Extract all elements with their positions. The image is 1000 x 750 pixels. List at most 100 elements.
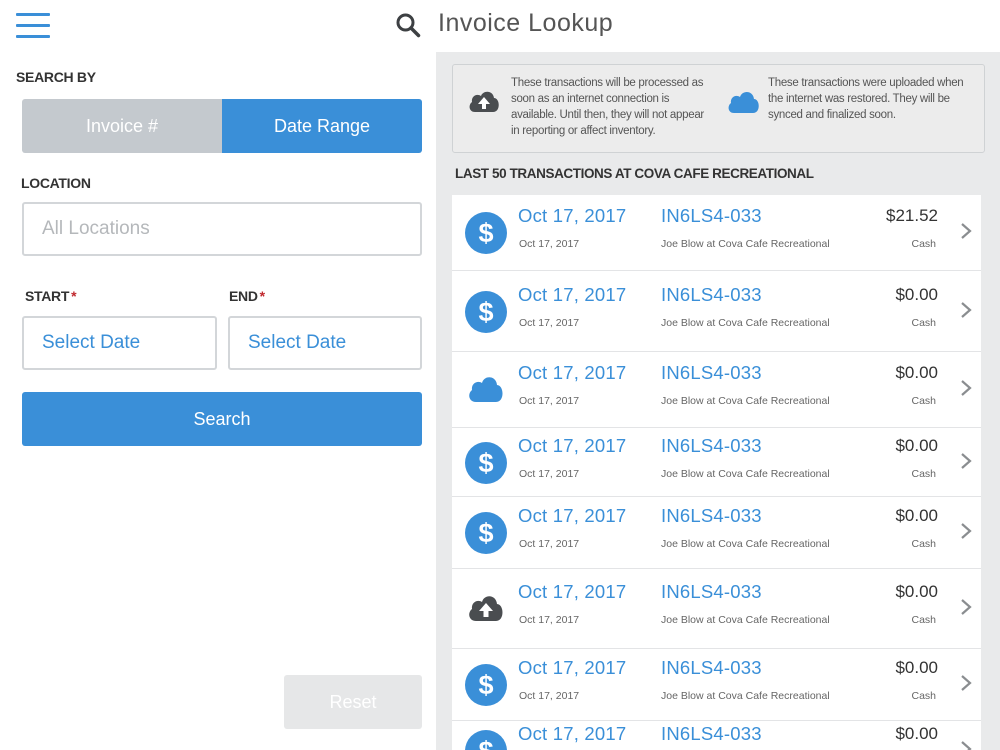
end-date-field[interactable] xyxy=(228,316,422,370)
invoice-number: IN6LS4-033 xyxy=(661,434,762,456)
payment-method: Cash xyxy=(911,238,936,250)
dollar-icon: $ xyxy=(464,441,508,485)
svg-text:$: $ xyxy=(478,448,493,478)
transaction-date: Oct 17, 2017 xyxy=(518,362,627,383)
transaction-date: Oct 17, 2017 xyxy=(518,723,627,744)
svg-text:$: $ xyxy=(478,518,493,548)
transaction-amount: $0.00 xyxy=(895,506,938,525)
cloud-icon xyxy=(728,91,759,113)
payment-method: Cash xyxy=(911,316,936,329)
offline-info-banner: These transactions will be processed as … xyxy=(452,64,985,153)
chevron-right-icon[interactable] xyxy=(959,521,973,541)
app-header: Invoice Lookup xyxy=(0,0,1000,52)
transaction-amount: $0.00 xyxy=(895,724,938,743)
transaction-description: Joe Blow at Cova Cafe Recreational xyxy=(661,316,830,329)
transaction-date: Oct 17, 2017 xyxy=(518,581,627,602)
svg-text:$: $ xyxy=(478,297,493,327)
chevron-right-icon[interactable] xyxy=(959,300,973,320)
invoice-number: IN6LS4-033 xyxy=(661,505,762,526)
invoice-number: IN6LS4-033 xyxy=(661,657,762,678)
transaction-description: Joe Blow at Cova Cafe Recreational xyxy=(661,238,830,250)
transaction-amount: $21.52 xyxy=(886,206,938,225)
dollar-icon: $ xyxy=(464,290,508,334)
transaction-date-small: Oct 17, 2017 xyxy=(519,467,580,480)
payment-method: Cash xyxy=(911,467,936,480)
transaction-amount: $0.00 xyxy=(895,582,938,601)
end-date-input[interactable] xyxy=(230,318,420,368)
transaction-date: Oct 17, 2017 xyxy=(518,205,627,226)
search-panel: SEARCH BY Invoice # Date Range LOCATION … xyxy=(0,52,436,750)
transaction-row[interactable]: Oct 17, 2017 Oct 17, 2017 IN6LS4-033 Joe… xyxy=(452,569,981,649)
start-date-input[interactable] xyxy=(24,318,215,368)
cloud-icon xyxy=(464,368,508,412)
chevron-right-icon[interactable] xyxy=(959,451,973,471)
svg-text:$: $ xyxy=(478,218,493,248)
dollar-icon: $ xyxy=(464,663,508,707)
dollar-icon: $ xyxy=(464,511,508,555)
transaction-row[interactable]: Oct 17, 2017 Oct 17, 2017 IN6LS4-033 Joe… xyxy=(452,352,981,428)
transaction-row[interactable]: $ Oct 17, 2017 Oct 17, 2017 IN6LS4-033 J… xyxy=(452,271,981,352)
transaction-date-small: Oct 17, 2017 xyxy=(519,538,580,550)
invoice-number: IN6LS4-033 xyxy=(661,581,762,602)
svg-text:$: $ xyxy=(478,670,493,700)
transaction-date: Oct 17, 2017 xyxy=(518,434,627,456)
uploaded-info-text: These transactions were uploaded when th… xyxy=(768,77,964,121)
transaction-date-small: Oct 17, 2017 xyxy=(519,238,580,250)
chevron-right-icon[interactable] xyxy=(959,378,973,398)
cloud-upload-icon xyxy=(469,91,499,112)
transaction-date: Oct 17, 2017 xyxy=(518,283,627,305)
location-input[interactable] xyxy=(24,204,420,254)
transaction-description: Joe Blow at Cova Cafe Recreational xyxy=(661,467,830,480)
transaction-description: Joe Blow at Cova Cafe Recreational xyxy=(661,395,830,407)
payment-method: Cash xyxy=(911,690,936,702)
search-by-label: SEARCH BY xyxy=(16,69,96,85)
results-panel: These transactions will be processed as … xyxy=(436,52,1000,750)
tab-invoice-number[interactable]: Invoice # xyxy=(22,99,222,153)
transaction-date-small: Oct 17, 2017 xyxy=(519,614,580,626)
start-label: START * xyxy=(25,288,77,304)
payment-method: Cash xyxy=(911,395,936,407)
cloud-upload-icon xyxy=(464,587,508,631)
payment-method: Cash xyxy=(911,538,936,550)
chevron-right-icon[interactable] xyxy=(959,739,973,750)
transactions-title: LAST 50 TRANSACTIONS AT COVA CAFE RECREA… xyxy=(455,166,814,181)
transaction-description: Joe Blow at Cova Cafe Recreational xyxy=(661,614,830,626)
transaction-amount: $0.00 xyxy=(895,284,938,304)
pending-info-text: These transactions will be processed as … xyxy=(511,77,704,137)
transaction-description: Joe Blow at Cova Cafe Recreational xyxy=(661,690,830,702)
payment-method: Cash xyxy=(911,614,936,626)
transaction-row[interactable]: $ Oct 17, 2017 Oct 17, 2017 IN6LS4-033 J… xyxy=(452,428,981,497)
transaction-row[interactable]: $ Oct 17, 2017 IN6LS4-033 $0.00 xyxy=(452,721,981,750)
location-field[interactable] xyxy=(22,202,422,256)
invoice-number: IN6LS4-033 xyxy=(661,723,762,744)
reset-button[interactable]: Reset xyxy=(284,675,422,729)
chevron-right-icon[interactable] xyxy=(959,597,973,617)
search-button[interactable]: Search xyxy=(22,392,422,446)
transaction-date: Oct 17, 2017 xyxy=(518,505,627,526)
transaction-date: Oct 17, 2017 xyxy=(518,657,627,678)
transaction-date-small: Oct 17, 2017 xyxy=(519,395,580,407)
search-icon[interactable] xyxy=(395,12,421,38)
tab-date-range[interactable]: Date Range xyxy=(222,99,422,153)
transaction-amount: $0.00 xyxy=(895,658,938,677)
invoice-number: IN6LS4-033 xyxy=(661,205,762,226)
dollar-icon: $ xyxy=(464,211,508,255)
invoice-number: IN6LS4-033 xyxy=(661,283,762,305)
chevron-right-icon[interactable] xyxy=(959,673,973,693)
invoice-number: IN6LS4-033 xyxy=(661,362,762,383)
transaction-row[interactable]: $ Oct 17, 2017 Oct 17, 2017 IN6LS4-033 J… xyxy=(452,195,981,271)
dollar-icon: $ xyxy=(464,729,508,750)
transaction-row[interactable]: $ Oct 17, 2017 Oct 17, 2017 IN6LS4-033 J… xyxy=(452,497,981,569)
start-date-field[interactable] xyxy=(22,316,217,370)
hamburger-menu-icon[interactable] xyxy=(16,13,50,39)
search-mode-toggle: Invoice # Date Range xyxy=(22,99,422,153)
transaction-row[interactable]: $ Oct 17, 2017 Oct 17, 2017 IN6LS4-033 J… xyxy=(452,649,981,721)
transaction-amount: $0.00 xyxy=(895,435,938,455)
chevron-right-icon[interactable] xyxy=(959,221,973,241)
transaction-description: Joe Blow at Cova Cafe Recreational xyxy=(661,538,830,550)
transaction-amount: $0.00 xyxy=(895,363,938,382)
svg-text:$: $ xyxy=(478,736,493,750)
page-title: Invoice Lookup xyxy=(438,9,614,37)
transaction-date-small: Oct 17, 2017 xyxy=(519,316,580,329)
end-label: END * xyxy=(229,288,265,304)
